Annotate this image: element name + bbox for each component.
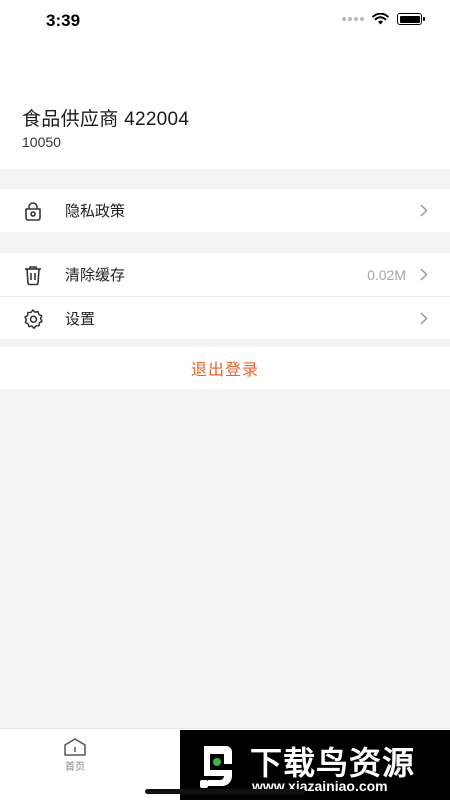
- profile-id: 10050: [22, 134, 61, 150]
- status-bar: 3:39: [0, 0, 450, 44]
- profile-name: 食品供应商 422004: [22, 109, 190, 130]
- profile-header: 食品供应商 422004 10050: [0, 44, 450, 169]
- chevron-right-icon: [420, 268, 428, 281]
- cache-size-value: 0.02M: [367, 266, 406, 283]
- status-time: 3:39: [46, 11, 81, 30]
- chevron-right-icon: [420, 204, 428, 217]
- tab-home[interactable]: 首页: [58, 737, 92, 773]
- privacy-policy-label: 隐私政策: [65, 203, 126, 220]
- home-indicator: [145, 789, 305, 794]
- battery-icon: [397, 13, 425, 25]
- home-icon: [64, 738, 86, 756]
- settings-row[interactable]: 设置: [0, 296, 450, 339]
- privacy-policy-row[interactable]: 隐私政策: [0, 189, 450, 232]
- gear-icon: [24, 309, 43, 329]
- clear-cache-label: 清除缓存: [65, 267, 126, 284]
- menu-group-privacy: 隐私政策: [0, 189, 450, 232]
- trash-icon: [25, 266, 41, 286]
- lock-bag-icon: [25, 202, 41, 221]
- wifi-icon: [372, 13, 389, 25]
- tab-home-label: 首页: [65, 762, 85, 773]
- menu-group-settings: 清除缓存 0.02M 设置: [0, 253, 450, 339]
- status-icons: [342, 13, 425, 25]
- settings-label: 设置: [65, 310, 96, 328]
- logout-button[interactable]: 退出登录: [0, 347, 450, 389]
- cellular-signal-icon: [342, 17, 364, 21]
- bird-logo-icon: [200, 746, 232, 788]
- chevron-right-icon: [420, 312, 428, 325]
- logout-label: 退出登录: [190, 362, 259, 379]
- clear-cache-row[interactable]: 清除缓存 0.02M: [0, 253, 450, 296]
